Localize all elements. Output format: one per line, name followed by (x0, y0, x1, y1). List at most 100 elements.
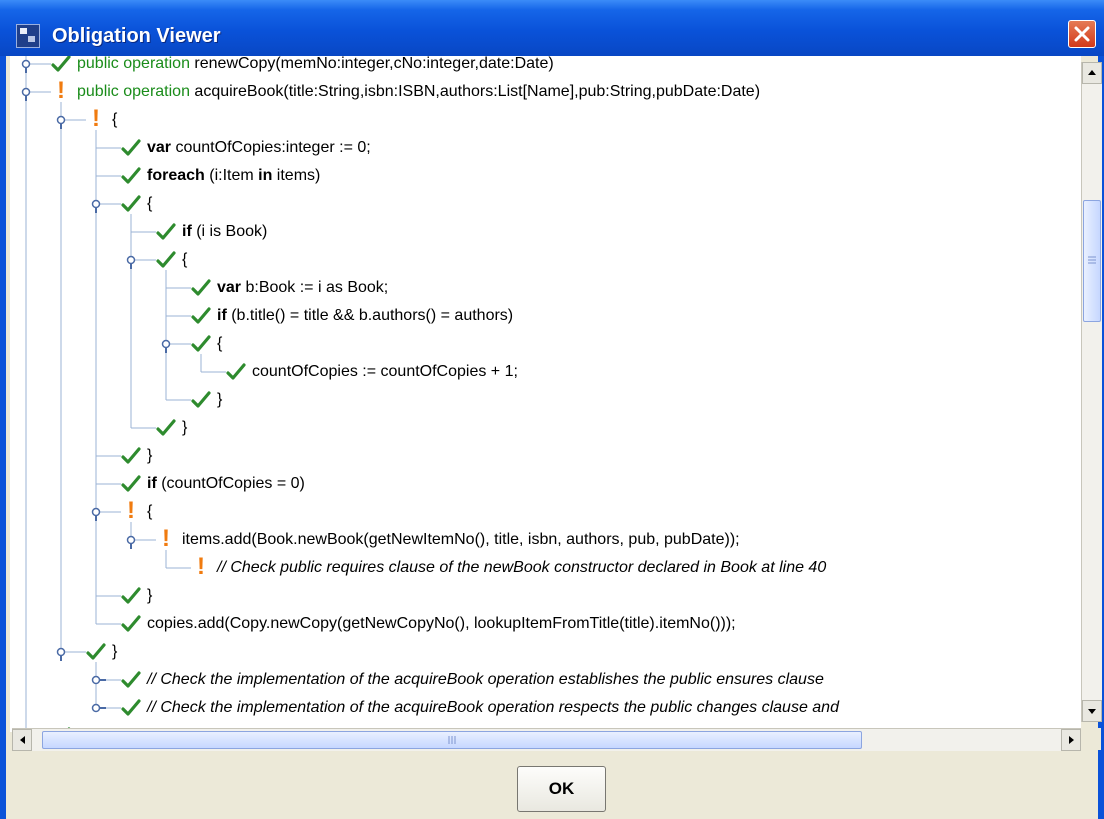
warning-icon: ! (197, 553, 205, 580)
tree-row[interactable]: // Check the implementation of the acqui… (121, 694, 839, 722)
ok-button[interactable]: OK (517, 766, 606, 812)
row-text: copies.add(Copy.newCopy(getNewCopyNo(), … (147, 610, 736, 638)
code-segment: { (147, 503, 153, 520)
expand-handle[interactable] (91, 675, 107, 685)
row-text: } (182, 414, 187, 442)
tree-row[interactable]: } (156, 414, 187, 442)
expand-handle[interactable] (91, 507, 101, 522)
tree-row[interactable]: if (countOfCopies = 0) (121, 470, 305, 498)
close-button[interactable] (1068, 20, 1096, 48)
row-text: foreach (i:Item in items) (147, 162, 320, 190)
tree-row[interactable]: { (191, 330, 222, 358)
vertical-scrollbar[interactable] (1081, 62, 1102, 722)
warning-icon: ! (57, 77, 65, 104)
check-icon (121, 699, 141, 716)
horizontal-scrollbar[interactable] (12, 728, 1081, 751)
scroll-right-button[interactable] (1061, 729, 1081, 751)
row-text: // Check public requires clause of the n… (217, 554, 826, 582)
scroll-down-button[interactable] (1082, 700, 1102, 722)
tree-row[interactable]: ! public operation acquireBook(title:Stri… (51, 78, 760, 106)
tree-row[interactable]: countOfCopies := countOfCopies + 1; (226, 358, 518, 386)
code-segment: } (112, 643, 118, 660)
row-text: var b:Book := i as Book; (217, 274, 388, 302)
tree-row[interactable]: } (121, 442, 152, 470)
check-icon (156, 223, 176, 240)
code-segment: countOfCopies := countOfCopies + 1; (252, 363, 518, 380)
tree-row[interactable]: !{ (86, 106, 117, 134)
scroll-up-button[interactable] (1082, 62, 1102, 84)
tree-row[interactable]: { (121, 190, 152, 218)
row-text: } (112, 638, 117, 666)
expand-handle[interactable] (161, 339, 171, 354)
window-frame-left (0, 56, 6, 819)
code-segment: if (182, 223, 192, 240)
tree-row[interactable]: var b:Book := i as Book; (191, 274, 388, 302)
code-segment: items) (272, 167, 321, 184)
check-icon (121, 671, 141, 688)
expand-handle[interactable] (21, 59, 31, 74)
code-segment: // Check the implementation of the acqui… (147, 671, 824, 688)
tree-row[interactable]: } (121, 582, 152, 610)
check-icon (121, 475, 141, 492)
code-segment: } (147, 447, 153, 464)
scroll-left-button[interactable] (12, 729, 32, 751)
expand-handle[interactable] (56, 115, 66, 130)
code-segment: (countOfCopies = 0) (156, 475, 305, 492)
expand-handle[interactable] (91, 199, 101, 214)
row-text: countOfCopies := countOfCopies + 1; (252, 358, 518, 386)
obligation-tree[interactable]: public operation renewCopy(memNo:integer… (10, 56, 1081, 732)
row-text: if (countOfCopies = 0) (147, 470, 305, 498)
row-text: { (217, 330, 222, 358)
tree-row[interactable]: var countOfCopies:integer := 0; (121, 134, 371, 162)
tree-row[interactable]: if (i is Book) (156, 218, 267, 246)
code-segment: { (217, 335, 223, 352)
code-segment: renewCopy(memNo:integer,cNo:integer,date… (189, 56, 554, 72)
tree-row[interactable]: // Check the implementation of the acqui… (121, 666, 824, 694)
row-text: // Check the implementation of the acqui… (147, 666, 824, 694)
tree-row[interactable]: { (156, 246, 187, 274)
tree-row[interactable]: !{ (121, 498, 152, 526)
code-segment: // Check the implementation of the acqui… (147, 699, 839, 716)
row-text: items.add(Book.newBook(getNewItemNo(), t… (182, 526, 740, 554)
check-icon (86, 643, 106, 660)
tree-row[interactable]: foreach (i:Item in items) (121, 162, 320, 190)
row-text: { (147, 190, 152, 218)
row-text: public operation acquireBook(title:Strin… (77, 78, 760, 106)
check-icon (156, 419, 176, 436)
code-segment: if (147, 475, 157, 492)
expand-handle[interactable] (126, 535, 136, 550)
arrow-left-icon (20, 736, 25, 744)
tree-row[interactable]: public operation renewCopy(memNo:integer… (51, 56, 554, 78)
row-text: if (b.title() = title && b.authors() = a… (217, 302, 513, 330)
tree-row[interactable]: ! // Check public requires clause of the … (191, 554, 826, 582)
check-icon (51, 56, 71, 72)
code-segment: { (182, 251, 188, 268)
code-segment: } (147, 587, 153, 604)
tree-row[interactable]: if (b.title() = title && b.authors() = a… (191, 302, 513, 330)
expand-handle[interactable] (21, 87, 31, 102)
tree-row[interactable]: copies.add(Copy.newCopy(getNewCopyNo(), … (121, 610, 736, 638)
close-icon (1074, 26, 1090, 42)
title-bar[interactable]: Obligation Viewer (0, 0, 1104, 56)
code-segment: copies.add(Copy.newCopy(getNewCopyNo(), … (147, 615, 736, 632)
code-segment: // Check public requires clause of the n… (217, 559, 827, 576)
code-segment: (i is Book) (191, 223, 268, 240)
code-segment: in (258, 167, 273, 184)
row-text: } (217, 386, 222, 414)
code-segment: } (217, 391, 223, 408)
arrow-up-icon (1088, 70, 1096, 75)
arrow-right-icon (1069, 736, 1074, 744)
tree-row[interactable]: ! items.add(Book.newBook(getNewItemNo(), … (156, 526, 740, 554)
vertical-scroll-thumb[interactable] (1083, 200, 1101, 322)
code-segment: b:Book := i as Book; (241, 279, 389, 296)
code-segment: public operation (77, 83, 190, 100)
code-segment: items.add(Book.newBook(getNewItemNo(), t… (182, 531, 740, 548)
expand-handle[interactable] (91, 703, 107, 713)
check-icon (191, 335, 211, 352)
tree-row[interactable]: } (191, 386, 222, 414)
tree-row[interactable]: } (86, 638, 117, 666)
expand-handle[interactable] (56, 647, 66, 662)
row-text: var countOfCopies:integer := 0; (147, 134, 371, 162)
expand-handle[interactable] (126, 255, 136, 270)
horizontal-scroll-thumb[interactable] (42, 731, 862, 749)
